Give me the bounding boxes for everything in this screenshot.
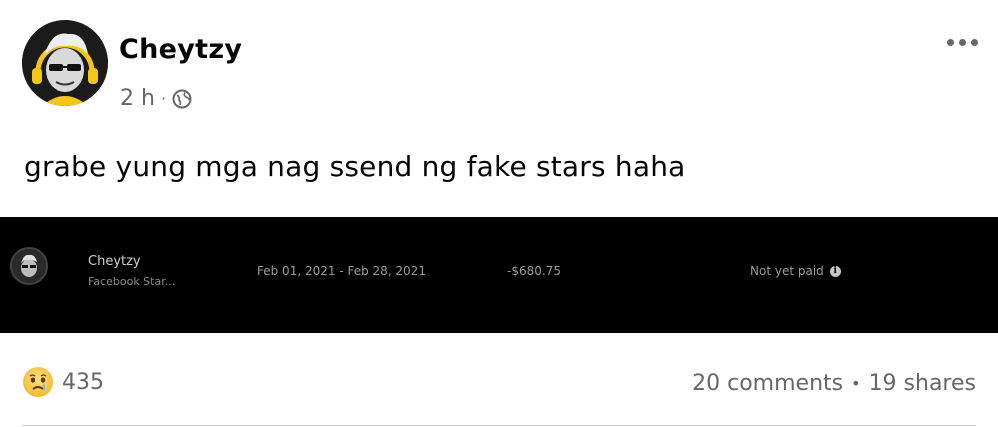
post-timestamp[interactable]: 2 h xyxy=(120,86,155,111)
author-avatar[interactable] xyxy=(22,20,108,106)
globe-icon[interactable] xyxy=(172,89,192,109)
reaction-summary[interactable]: 435 xyxy=(22,366,104,398)
sad-face-icon xyxy=(23,367,53,397)
author-name[interactable]: Cheytzy xyxy=(119,34,242,65)
payout-avatar xyxy=(10,247,48,285)
avatar-illustration xyxy=(22,20,108,106)
meta-separator: · xyxy=(160,89,167,108)
shares-count-link[interactable]: 19 shares xyxy=(869,371,976,396)
payout-screenshot: Cheytzy Facebook Star... Feb 01, 2021 - … xyxy=(0,217,998,333)
engagement-summary: 20 comments • 19 shares xyxy=(692,371,976,396)
payout-subtitle: Facebook Star... xyxy=(88,275,176,288)
payout-status: Not yet paid i xyxy=(750,264,841,278)
post-header: Cheytzy 2 h · xyxy=(22,20,982,111)
more-dot-icon xyxy=(970,38,978,46)
more-dot-icon xyxy=(958,38,966,46)
payout-date-range: Feb 01, 2021 - Feb 28, 2021 xyxy=(257,264,426,278)
action-bar-divider xyxy=(22,425,976,426)
payout-status-text: Not yet paid xyxy=(750,264,824,278)
comments-count-link[interactable]: 20 comments xyxy=(692,371,843,396)
reaction-count[interactable]: 435 xyxy=(62,370,104,395)
more-dot-icon xyxy=(946,38,954,46)
post-text: grabe yung mga nag ssend ng fake stars h… xyxy=(24,150,686,183)
post-meta: 2 h · xyxy=(120,86,192,111)
payout-avatar-illustration xyxy=(12,249,46,283)
payout-amount: -$680.75 xyxy=(507,264,561,278)
info-icon: i xyxy=(829,265,841,277)
payout-name: Cheytzy xyxy=(88,254,141,269)
more-options-button[interactable] xyxy=(942,32,982,52)
engagement-separator: • xyxy=(851,374,861,393)
